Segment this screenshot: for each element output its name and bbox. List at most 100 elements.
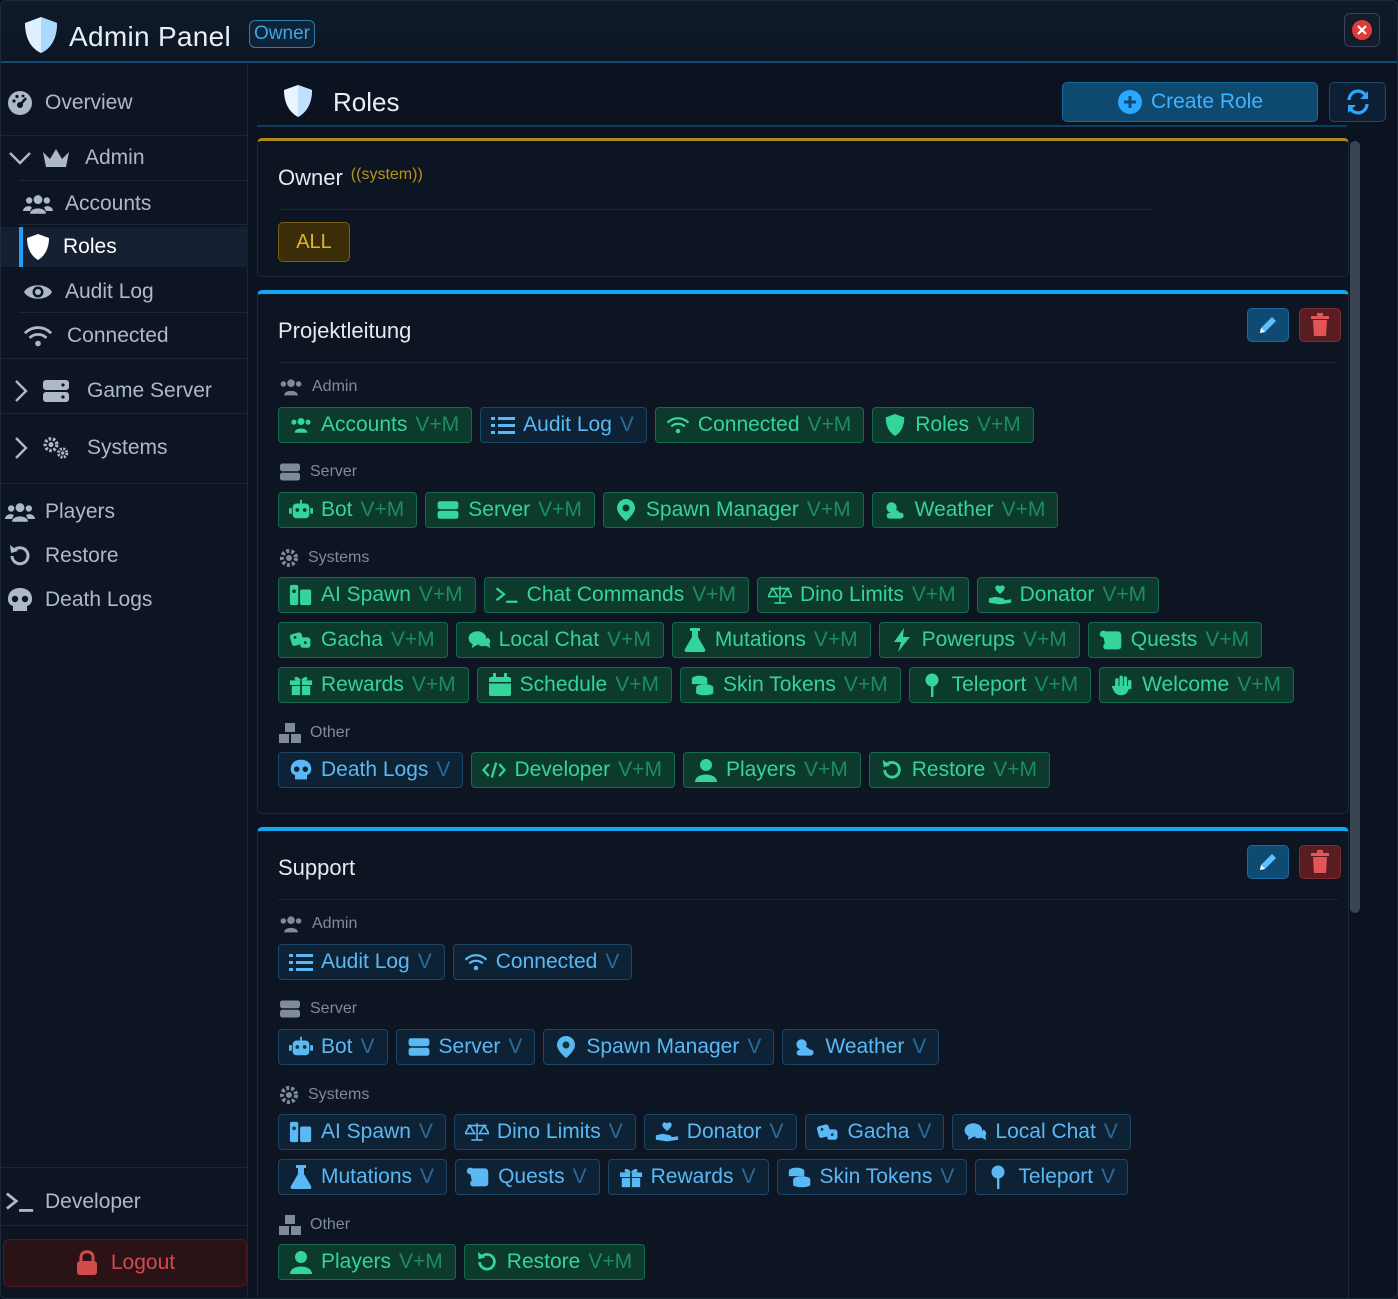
permission-label: Donator	[1019, 583, 1095, 606]
scrollbar[interactable]	[1350, 141, 1360, 913]
permission-chip: Server V	[395, 1029, 536, 1065]
sidebar-item-audit-log[interactable]: Audit Log	[1, 272, 248, 312]
create-role-button[interactable]: Create Role	[1062, 82, 1318, 122]
role-name: Projektleitung	[278, 318, 412, 343]
group-header-server: Server	[278, 462, 357, 482]
permission-label: Chat Commands	[526, 583, 685, 606]
sidebar-item-label: Roles	[63, 235, 117, 258]
scale-icon	[767, 583, 792, 607]
permission-label: Accounts	[321, 413, 408, 436]
permission-row: Gacha V+M Local Chat V+M Mutations V+M Powerup…	[278, 622, 1263, 658]
divider	[278, 899, 1338, 900]
permission-row: Audit Log V Connected V	[278, 944, 633, 980]
edit-role-button[interactable]	[1247, 845, 1289, 879]
permission-label: Rewards	[321, 673, 404, 696]
donate-icon	[655, 1120, 679, 1144]
permission-label: Dino Limits	[496, 1120, 601, 1143]
shield-icon	[280, 83, 316, 119]
roles-list[interactable]: Owner ((system)) ALL Projektleitung Admin…	[257, 137, 1349, 1298]
divider	[19, 180, 248, 181]
permission-label: Bot	[321, 1035, 353, 1058]
delete-role-button[interactable]	[1299, 845, 1341, 879]
refresh-button[interactable]	[1329, 82, 1386, 122]
permission-level: V+M	[993, 758, 1038, 781]
permission-chip: AI Spawn V	[278, 1114, 446, 1150]
trash-icon	[1311, 313, 1329, 336]
chevron-right-icon	[5, 376, 35, 406]
sidebar-item-label: Players	[45, 500, 116, 523]
flask-icon	[683, 628, 707, 652]
group-header-other: Other	[278, 722, 350, 744]
permission-label: Players	[725, 758, 796, 781]
sidebar-item-roles[interactable]: Roles	[1, 227, 248, 267]
permission-chip: Teleport V+M	[908, 667, 1092, 703]
shield-icon	[23, 232, 53, 262]
sidebar-group-systems[interactable]: Systems	[1, 428, 248, 468]
permission-label: Powerups	[921, 628, 1016, 651]
pencil-icon	[1260, 854, 1276, 870]
sidebar-group-admin[interactable]: Admin	[1, 138, 248, 178]
permission-level: V+M	[411, 673, 456, 696]
permission-chip: Donator V	[643, 1114, 797, 1150]
system-tag: ((system))	[350, 166, 423, 183]
permission-label: Restore	[911, 758, 986, 781]
permission-level: V+M	[692, 583, 736, 606]
list-icon	[491, 413, 516, 437]
scale-icon	[464, 1120, 489, 1144]
permission-level: V+M	[607, 628, 651, 651]
permission-level: V+M	[415, 413, 460, 436]
edit-role-button[interactable]	[1247, 308, 1289, 342]
permission-level: V+M	[418, 583, 463, 606]
permission-label: Roles	[915, 413, 969, 436]
restore-icon	[880, 758, 904, 782]
permission-chip: Developer V+M	[471, 752, 675, 788]
shield-icon	[22, 15, 60, 55]
sidebar-item-death-logs[interactable]: Death Logs	[1, 580, 248, 620]
role-name: Owner ((system))	[278, 165, 423, 190]
wifi-icon	[464, 950, 488, 974]
permission-level: V+M	[1205, 628, 1250, 651]
owner-role-badge: Owner	[249, 20, 315, 48]
permission-level: V+M	[813, 628, 858, 651]
permission-level: V+M	[588, 1250, 633, 1273]
permission-label: Teleport	[951, 673, 1027, 696]
sidebar-item-label: Audit Log	[65, 280, 154, 303]
weather-icon	[883, 498, 907, 522]
permission-label: Server	[468, 498, 531, 521]
permission-label: Donator	[686, 1120, 762, 1143]
create-role-label: Create Role	[1150, 90, 1264, 113]
gear-icon	[278, 1084, 300, 1106]
sidebar-item-connected[interactable]: Connected	[1, 316, 248, 356]
wifi-icon	[666, 413, 690, 437]
sidebar-item-restore[interactable]: Restore	[1, 536, 248, 576]
permission-level: V+M	[390, 628, 435, 651]
permission-level: V	[747, 1035, 762, 1058]
sidebar-group-game-server[interactable]: Game Server	[1, 371, 248, 411]
sidebar-item-accounts[interactable]: Accounts	[1, 184, 248, 224]
permission-level: V	[608, 1120, 623, 1143]
permission-level: V	[1103, 1120, 1118, 1143]
terminal-icon	[5, 1187, 35, 1217]
sidebar-item-overview[interactable]: Overview	[1, 83, 248, 123]
permission-chip: Donator V+M	[976, 577, 1160, 613]
permission-chip: Death Logs V	[278, 752, 464, 788]
logout-button[interactable]: Logout	[3, 1239, 247, 1287]
sidebar-item-developer[interactable]: Developer	[1, 1182, 248, 1222]
close-button[interactable]	[1344, 13, 1380, 47]
permission-label: Players	[321, 1250, 392, 1273]
delete-role-button[interactable]	[1299, 308, 1341, 342]
group-header-admin: Admin	[278, 914, 357, 934]
dice-icon	[289, 628, 313, 652]
eye-icon	[23, 277, 53, 307]
permission-chip: Mutations V	[278, 1159, 448, 1195]
close-icon	[1352, 20, 1372, 40]
sidebar-item-players[interactable]: Players	[1, 492, 248, 532]
permission-label: Connected	[495, 950, 598, 973]
permission-label: Spawn Manager	[645, 498, 799, 521]
permission-label: AI Spawn	[321, 583, 411, 606]
dice-icon	[816, 1120, 840, 1144]
permission-chip: Dino Limits V	[453, 1114, 636, 1150]
cubes-icon	[278, 722, 302, 744]
role-name: Support	[278, 855, 356, 880]
group-header-admin: Admin	[278, 377, 357, 397]
